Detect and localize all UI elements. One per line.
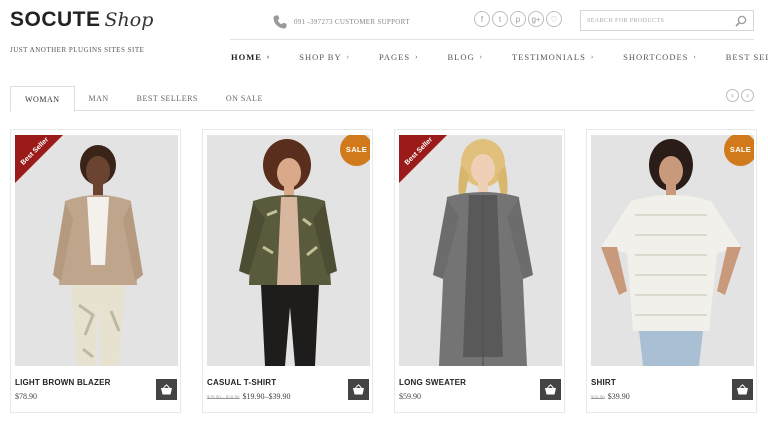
sale-badge: SALE	[724, 135, 754, 166]
nav-best-sellers[interactable]: BEST SELLERS	[726, 52, 768, 62]
header-divider	[230, 39, 754, 40]
tab-woman[interactable]: WOMAN	[10, 86, 75, 112]
current-price: $19.90–$39.90	[242, 392, 291, 401]
product-name[interactable]: CASUAL T-SHIRT	[207, 378, 276, 387]
add-to-cart-button[interactable]	[348, 379, 369, 400]
product-card[interactable]: Best Seller LIGHT BROWN BLAZER $78.90	[10, 129, 181, 413]
add-to-cart-button[interactable]	[540, 379, 561, 400]
product-image[interactable]: Best Seller	[15, 135, 178, 366]
pinterest-icon[interactable]: p	[510, 11, 526, 27]
site-logo[interactable]: SOCUTE Shop	[10, 8, 153, 32]
current-price: $78.90	[15, 392, 37, 401]
product-name[interactable]: LIGHT BROWN BLAZER	[15, 378, 111, 387]
nav-blog[interactable]: BLOG ›	[447, 52, 482, 62]
old-price: $50.90	[591, 396, 605, 401]
add-to-cart-button[interactable]	[732, 379, 753, 400]
search-icon[interactable]	[735, 15, 747, 27]
chevron-right-icon: ›	[693, 53, 697, 61]
basket-icon	[545, 384, 556, 395]
tab-best-sellers[interactable]: BEST SELLERS	[123, 86, 212, 111]
best-seller-ribbon: Best Seller	[15, 135, 67, 187]
logo-main-text: SOCUTE	[10, 8, 101, 31]
product-price: $59.90	[399, 392, 421, 401]
product-name[interactable]: LONG SWEATER	[399, 378, 466, 387]
product-price: $78.90	[15, 392, 37, 401]
support-text: 091 -397273 CUSTOMER SUPPORT	[294, 18, 410, 26]
logo-script-text: Shop	[104, 9, 154, 31]
carousel-next-icon[interactable]: ›	[741, 89, 754, 102]
google-plus-icon[interactable]: g+	[528, 11, 544, 27]
main-nav: HOME › SHOP BY › PAGES › BLOG › TESTIMONIALS…	[231, 52, 768, 62]
site-tagline: JUST ANOTHER PLUGINS SITES SITE	[10, 46, 145, 54]
current-price: $59.90	[399, 392, 421, 401]
product-grid: Best Seller LIGHT BROWN BLAZER $78.90 SA…	[10, 129, 757, 413]
tab-on-sale[interactable]: ON SALE	[212, 86, 277, 111]
nav-shortcodes[interactable]: SHORTCODES ›	[623, 52, 697, 62]
tab-man[interactable]: MAN	[75, 86, 123, 111]
customer-support: 091 -397273 CUSTOMER SUPPORT	[272, 14, 410, 30]
current-price: $39.90	[607, 392, 630, 401]
search-box	[580, 10, 754, 31]
nav-shop-by[interactable]: SHOP BY ›	[299, 52, 350, 62]
chevron-right-icon: ›	[479, 53, 483, 61]
basket-icon	[353, 384, 364, 395]
product-price: $29.90 – $50.90 $19.90–$39.90	[207, 392, 291, 401]
chevron-right-icon: ›	[346, 53, 350, 61]
product-image[interactable]: SALE	[591, 135, 754, 366]
chevron-right-icon: ›	[415, 53, 419, 61]
category-tabs: WOMAN MAN BEST SELLERS ON SALE ‹ ›	[10, 86, 754, 112]
product-image[interactable]: Best Seller	[399, 135, 562, 366]
product-card[interactable]: SALE SHIRT $50.90 $39.90	[586, 129, 757, 413]
product-card[interactable]: Best Seller LONG SWEATER $59.90	[394, 129, 565, 413]
add-to-cart-button[interactable]	[156, 379, 177, 400]
search-input[interactable]	[581, 17, 731, 24]
social-links: f t p g+ ♡	[474, 11, 562, 27]
heart-icon[interactable]: ♡	[546, 11, 562, 27]
basket-icon	[161, 384, 172, 395]
product-image[interactable]: SALE	[207, 135, 370, 366]
carousel-prev-icon[interactable]: ‹	[726, 89, 739, 102]
product-card[interactable]: SALE CASUAL T-SHIRT $29.90 – $50.90 $19.…	[202, 129, 373, 413]
product-name[interactable]: SHIRT	[591, 378, 616, 387]
nav-pages[interactable]: PAGES ›	[379, 52, 419, 62]
nav-testimonials[interactable]: TESTIMONIALS ›	[512, 52, 594, 62]
chevron-right-icon: ›	[590, 53, 595, 61]
nav-home[interactable]: HOME ›	[231, 52, 270, 62]
chevron-right-icon: ›	[266, 53, 271, 61]
sale-badge: SALE	[340, 135, 370, 166]
carousel-nav: ‹ ›	[726, 89, 754, 102]
basket-icon	[737, 384, 748, 395]
product-price: $50.90 $39.90	[591, 392, 630, 401]
facebook-icon[interactable]: f	[474, 11, 490, 27]
twitter-icon[interactable]: t	[492, 11, 508, 27]
old-price: $29.90 – $50.90	[207, 396, 240, 401]
best-seller-ribbon: Best Seller	[399, 135, 451, 187]
phone-icon	[273, 15, 287, 29]
